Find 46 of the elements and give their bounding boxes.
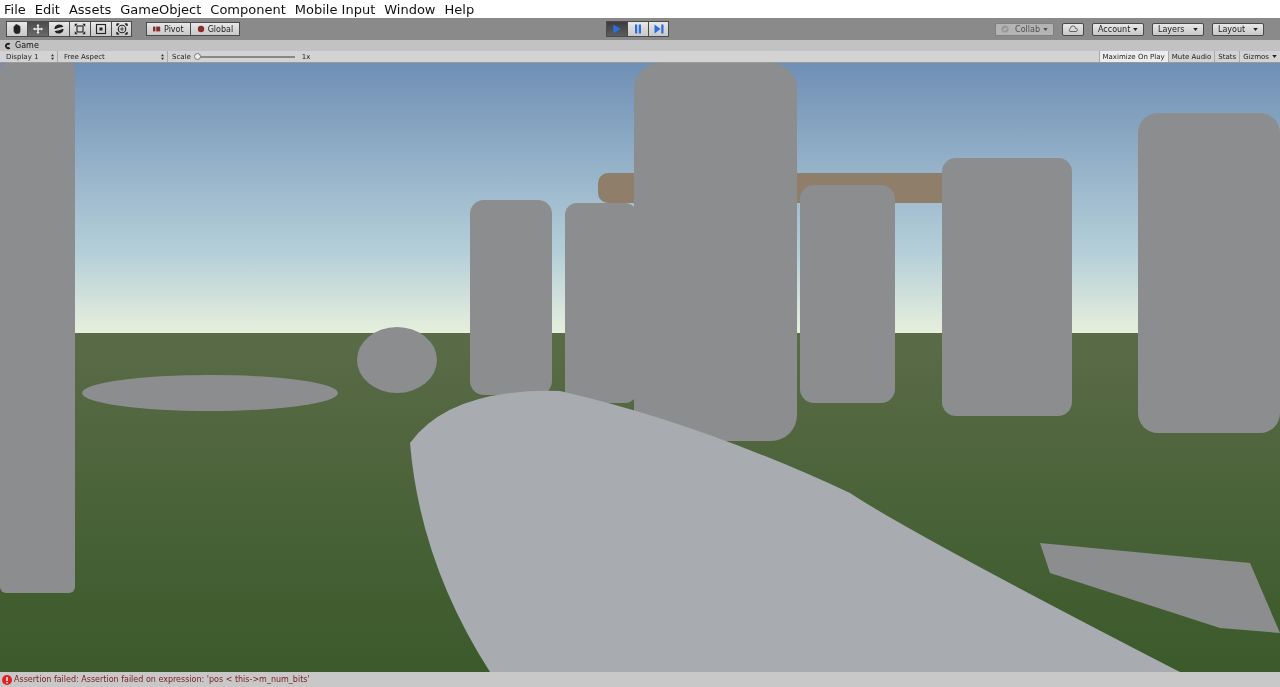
- error-icon: [2, 674, 12, 685]
- pivot-icon: [153, 25, 161, 33]
- updown-icon: [161, 53, 164, 60]
- tool-button[interactable]: [48, 21, 69, 37]
- menu-item[interactable]: Help: [444, 1, 475, 17]
- play-icon: [611, 23, 623, 35]
- dropdown[interactable]: Layout: [1212, 22, 1264, 36]
- updown-icon: [51, 53, 54, 60]
- caret-icon: [1043, 27, 1048, 31]
- toggle-button[interactable]: Global: [189, 22, 241, 36]
- tool-button[interactable]: [90, 21, 111, 37]
- rect-tool-icon: [95, 23, 107, 35]
- caret-icon: [1253, 27, 1258, 31]
- toggle-button[interactable]: Pivot: [146, 22, 190, 36]
- dropdown[interactable]: Account: [1092, 22, 1144, 36]
- menu-item[interactable]: Assets: [68, 1, 112, 17]
- scale-icon: [74, 23, 86, 35]
- tool-button[interactable]: [6, 21, 27, 37]
- menu-item[interactable]: Mobile Input: [294, 1, 376, 17]
- step-button[interactable]: [648, 21, 669, 37]
- cloud-icon: [1068, 25, 1078, 33]
- globe-icon: [196, 25, 205, 33]
- menu-item[interactable]: Window: [384, 1, 436, 17]
- caret-icon: [1133, 27, 1138, 31]
- transform-icon: [115, 23, 128, 35]
- scale-slider[interactable]: [197, 55, 295, 58]
- menu-item[interactable]: GameObject: [120, 1, 202, 17]
- pause-button[interactable]: [627, 21, 648, 37]
- tool-button[interactable]: [69, 21, 90, 37]
- tool-button[interactable]: [27, 21, 48, 37]
- move-arrows-icon: [32, 23, 44, 35]
- game-tab[interactable]: Game: [4, 40, 39, 51]
- cloud-button[interactable]: [1062, 22, 1084, 36]
- menu-item[interactable]: Edit: [34, 1, 60, 17]
- caret-icon: [1272, 55, 1277, 58]
- tool-button[interactable]: [111, 21, 132, 37]
- menu-item[interactable]: Component: [210, 1, 286, 17]
- menu-item[interactable]: File: [4, 1, 26, 17]
- rotate-icon: [53, 23, 65, 35]
- check-circle-icon: [1001, 25, 1010, 33]
- caret-icon: [1193, 27, 1198, 31]
- step-icon: [652, 23, 665, 35]
- slider-thumb[interactable]: [193, 52, 201, 60]
- dropdown[interactable]: Layers: [1152, 22, 1204, 36]
- pause-icon: [632, 23, 644, 35]
- status-message: Assertion failed: Assertion failed on expression: 'pos < this->m_num_bits': [14, 675, 310, 684]
